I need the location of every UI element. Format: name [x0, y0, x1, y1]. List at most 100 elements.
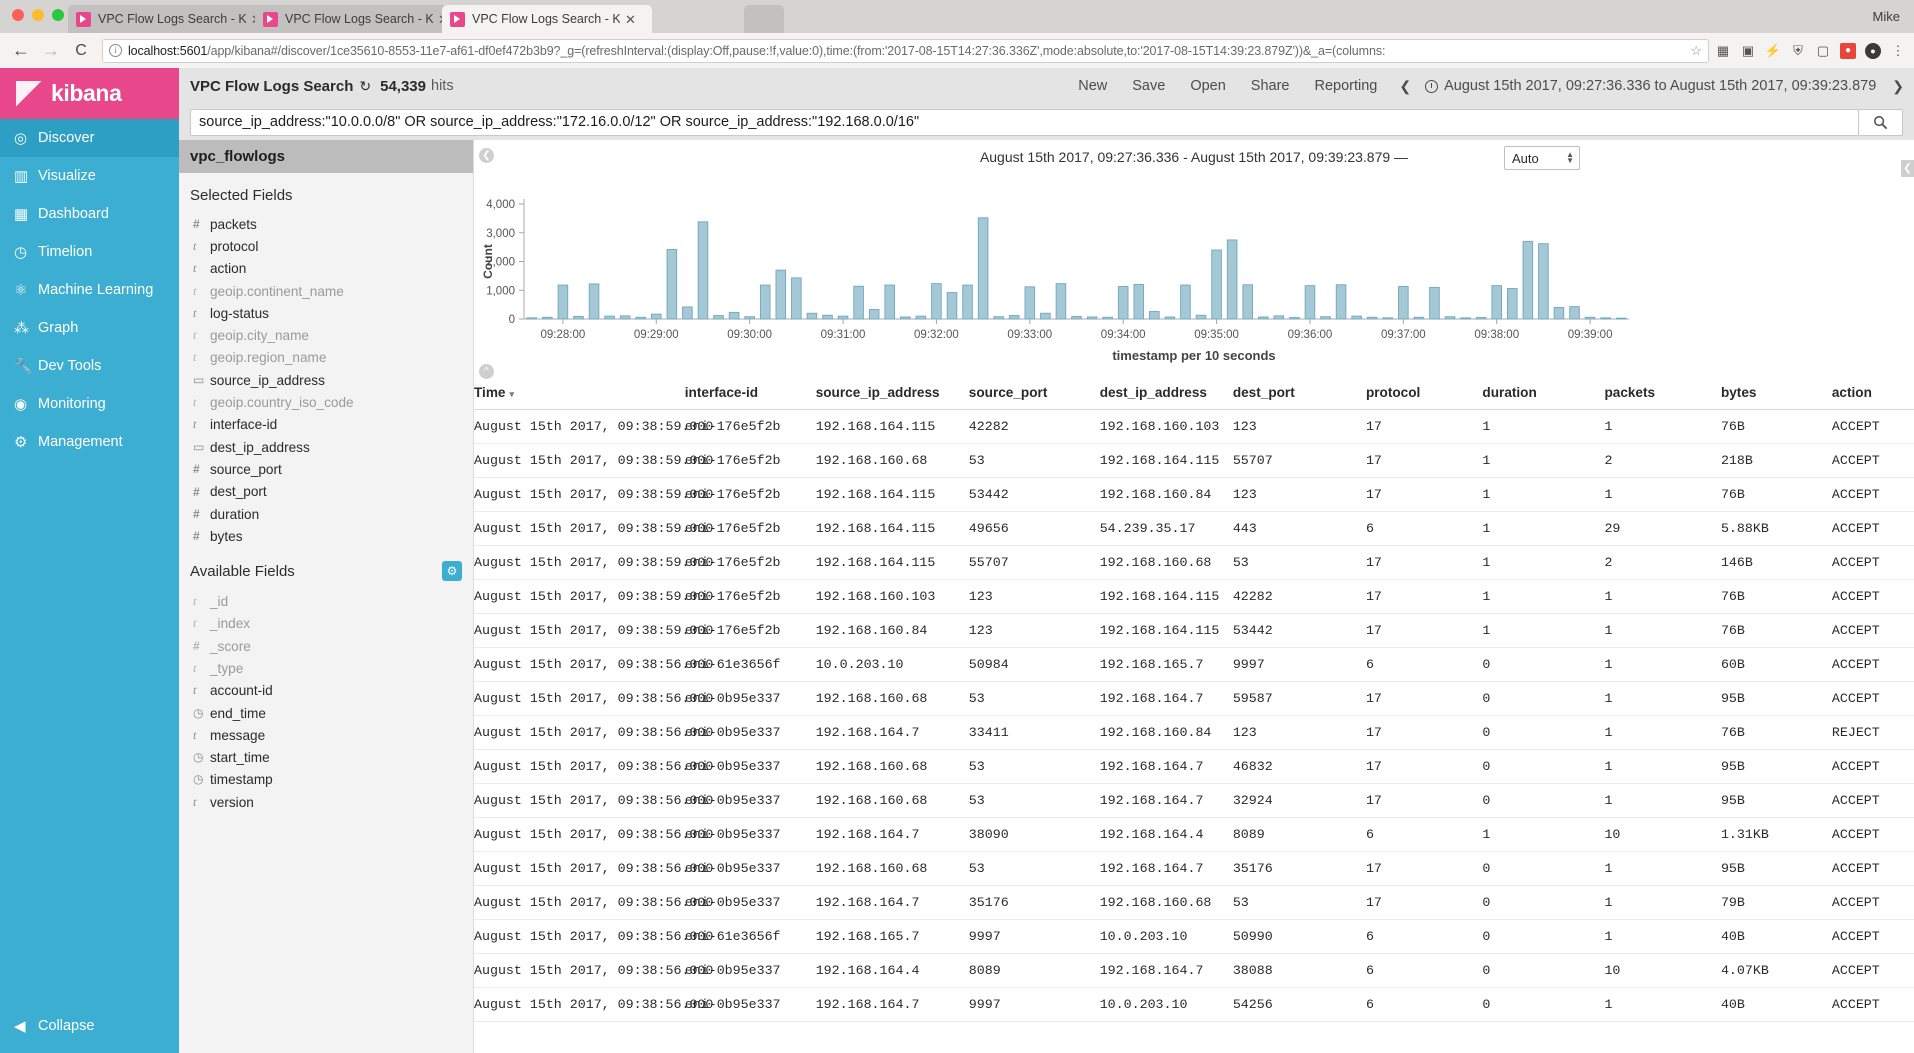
histogram-bar[interactable]: [1366, 316, 1378, 320]
available-field-timestamp[interactable]: ◷ timestamp: [179, 769, 473, 791]
column-header-source-port[interactable]: source_port: [968, 376, 1100, 410]
sidebar-item-dashboard[interactable]: ▦ Dashboard: [0, 195, 179, 233]
histogram-bar[interactable]: [1180, 284, 1191, 320]
histogram-bar[interactable]: [993, 316, 1004, 320]
selected-field-geoip.continent_name[interactable]: t geoip.continent_name: [179, 280, 473, 302]
extension-camera-icon[interactable]: ▣: [1740, 43, 1756, 59]
available-field-_type[interactable]: t _type: [179, 657, 473, 679]
available-field-start_time[interactable]: ◷ start_time: [179, 747, 473, 769]
table-row[interactable]: ▶August 15th 2017, 09:38:56.000eni-61e36…: [474, 919, 1914, 954]
time-prev-icon[interactable]: ❮: [1399, 78, 1411, 95]
histogram-bar[interactable]: [946, 292, 958, 320]
browser-tab-2[interactable]: VPC Flow Logs Search - Kibana ✕: [255, 5, 460, 33]
search-button[interactable]: [1859, 108, 1903, 136]
histogram-bar[interactable]: [1195, 314, 1207, 320]
histogram-bar[interactable]: [1444, 316, 1456, 320]
browser-profile-name[interactable]: Mike: [1873, 9, 1900, 24]
histogram-bar[interactable]: [728, 311, 740, 320]
sidebar-collapse-button[interactable]: ◀ Collapse: [0, 1009, 179, 1043]
table-row[interactable]: ▶August 15th 2017, 09:38:56.000eni-0b95e…: [474, 851, 1914, 886]
histogram-bar[interactable]: [1584, 316, 1596, 320]
new-tab-button[interactable]: [744, 5, 784, 33]
histogram-bar[interactable]: [1257, 316, 1269, 320]
extension-bolt-icon[interactable]: ⚡: [1765, 43, 1781, 59]
histogram-bar[interactable]: [1211, 249, 1222, 320]
right-panel-collapse-icon[interactable]: ❮: [1901, 160, 1914, 177]
column-header-dest-port[interactable]: dest_port: [1232, 376, 1366, 410]
histogram-bar[interactable]: [962, 284, 973, 320]
selected-field-action[interactable]: t action: [179, 258, 473, 280]
browser-tab-3-active[interactable]: VPC Flow Logs Search - Kibana ✕: [442, 5, 652, 33]
window-traffic-lights[interactable]: [12, 9, 64, 21]
table-row[interactable]: ▶August 15th 2017, 09:38:59.000eni-176e5…: [474, 409, 1914, 444]
histogram-bar[interactable]: [1040, 312, 1051, 320]
table-row[interactable]: ▶August 15th 2017, 09:38:56.000eni-0b95e…: [474, 749, 1914, 784]
sidebar-item-discover[interactable]: ◎ Discover: [0, 119, 179, 157]
available-field-end_time[interactable]: ◷ end_time: [179, 702, 473, 724]
column-header-packets[interactable]: packets: [1604, 376, 1721, 410]
histogram-bar[interactable]: [542, 316, 553, 320]
histogram-bar[interactable]: [1538, 243, 1549, 320]
histogram-bar[interactable]: [651, 313, 662, 320]
histogram-bar[interactable]: [1475, 317, 1487, 320]
column-header-protocol[interactable]: protocol: [1365, 376, 1483, 410]
column-header-duration[interactable]: duration: [1482, 376, 1605, 410]
available-field-account-id[interactable]: t account-id: [179, 680, 473, 702]
histogram-bar[interactable]: [1460, 317, 1471, 320]
reload-icon[interactable]: C: [66, 36, 96, 66]
selected-field-geoip.city_name[interactable]: t geoip.city_name: [179, 324, 473, 346]
close-icon[interactable]: ✕: [625, 13, 636, 26]
histogram-bar[interactable]: [697, 221, 709, 320]
histogram-bar[interactable]: [713, 315, 724, 320]
histogram-bar[interactable]: [853, 285, 864, 320]
extension-grid-icon[interactable]: ▦: [1715, 43, 1731, 59]
sort-icon[interactable]: ▾: [509, 389, 514, 399]
histogram-bar[interactable]: [1149, 311, 1160, 320]
histogram-bar[interactable]: [759, 284, 771, 320]
histogram-bar[interactable]: [837, 315, 849, 320]
histogram-bar[interactable]: [1569, 306, 1580, 320]
table-row[interactable]: ▶August 15th 2017, 09:38:56.000eni-61e36…: [474, 647, 1914, 682]
table-row[interactable]: ▶August 15th 2017, 09:38:56.000eni-0b95e…: [474, 681, 1914, 716]
histogram-bar[interactable]: [1429, 286, 1440, 320]
histogram-bar[interactable]: [900, 316, 911, 320]
window-maximize-button[interactable]: [52, 9, 64, 21]
table-row[interactable]: ▶August 15th 2017, 09:38:56.000eni-0b95e…: [474, 783, 1914, 818]
histogram-bar[interactable]: [791, 277, 802, 320]
column-header-dest-ip-address[interactable]: dest_ip_address: [1099, 376, 1233, 410]
table-row[interactable]: ▶August 15th 2017, 09:38:59.000eni-176e5…: [474, 545, 1914, 580]
column-header-time[interactable]: Time ▾: [474, 376, 685, 410]
table-row[interactable]: ▶August 15th 2017, 09:38:59.000eni-176e5…: [474, 477, 1914, 512]
column-header-interface-id[interactable]: interface-id: [684, 376, 816, 410]
histogram-bar[interactable]: [526, 317, 538, 320]
extension-badge-icon[interactable]: ●: [1840, 42, 1856, 59]
table-row[interactable]: ▶August 15th 2017, 09:38:59.000eni-176e5…: [474, 511, 1914, 546]
table-row[interactable]: ▶August 15th 2017, 09:38:56.000eni-0b95e…: [474, 987, 1914, 1022]
histogram-bar[interactable]: [1335, 284, 1347, 320]
index-pattern-selector[interactable]: vpc_flowlogs: [179, 140, 473, 173]
extension-box-icon[interactable]: ▢: [1815, 43, 1831, 59]
reporting-button[interactable]: Reporting: [1315, 78, 1378, 94]
table-row[interactable]: ▶August 15th 2017, 09:38:59.000eni-176e5…: [474, 443, 1914, 478]
histogram-bar[interactable]: [635, 316, 647, 320]
table-row[interactable]: ▶August 15th 2017, 09:38:56.000eni-0b95e…: [474, 817, 1914, 852]
histogram-bar[interactable]: [1102, 316, 1113, 320]
share-button[interactable]: Share: [1251, 78, 1290, 94]
extension-shield-icon[interactable]: ⛨: [1790, 43, 1806, 59]
save-button[interactable]: Save: [1132, 78, 1165, 94]
histogram-bar[interactable]: [931, 283, 942, 320]
histogram-chart[interactable]: 0 1,000 2,000 3,000 4,000 Count 09:28:00 09:29:…: [474, 176, 1914, 379]
available-field-_index[interactable]: t _index: [179, 613, 473, 635]
table-row[interactable]: ▶August 15th 2017, 09:38:56.000eni-0b95e…: [474, 715, 1914, 750]
histogram-bar[interactable]: [604, 315, 615, 320]
histogram-svg[interactable]: 01,0002,0003,0004,000Count09:28:00 09:29:…: [474, 176, 1654, 351]
histogram-bar[interactable]: [1304, 285, 1316, 320]
field-settings-gear-icon[interactable]: ⚙: [442, 561, 462, 582]
histogram-bar[interactable]: [1320, 316, 1331, 320]
available-field-_score[interactable]: # _score: [179, 635, 473, 657]
selected-field-source_ip_address[interactable]: ▭ source_ip_address: [179, 369, 473, 391]
site-info-icon[interactable]: i: [109, 44, 122, 57]
histogram-bar[interactable]: [1117, 286, 1129, 320]
refresh-icon[interactable]: ↻: [359, 78, 371, 95]
histogram-bar[interactable]: [1413, 316, 1425, 320]
